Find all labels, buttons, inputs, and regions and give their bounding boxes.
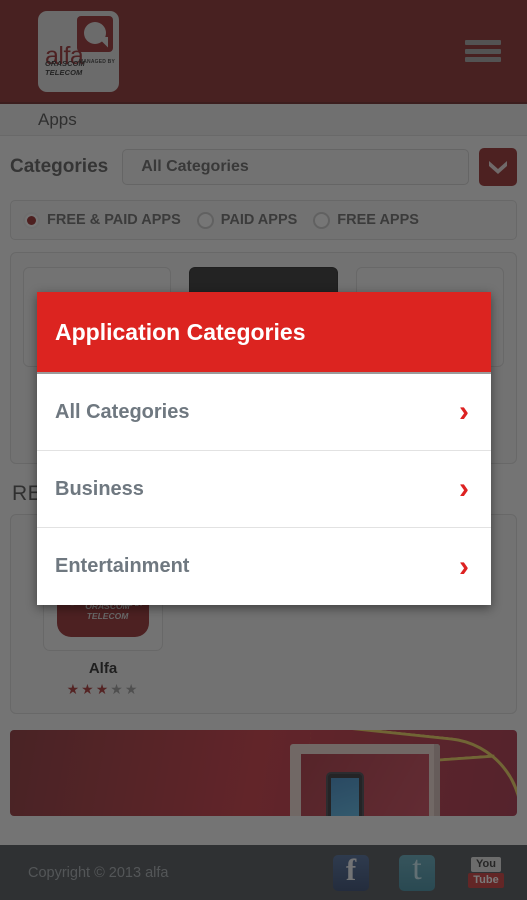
category-item-all-categories[interactable]: All Categories › (37, 374, 491, 451)
dialog-title: Application Categories (55, 318, 306, 345)
chevron-right-icon: › (459, 395, 469, 428)
category-item-entertainment[interactable]: Entertainment › (37, 528, 491, 605)
category-item-label: All Categories (55, 400, 190, 423)
chevron-right-icon: › (459, 549, 469, 583)
dialog-header: Application Categories (37, 292, 491, 374)
category-list: All Categories › Business › Entertainmen… (37, 374, 491, 605)
category-item-label: Entertainment (55, 555, 190, 577)
chevron-right-icon: › (459, 472, 469, 505)
category-item-label: Business (55, 477, 144, 500)
category-item-business[interactable]: Business › (37, 451, 491, 528)
application-categories-dialog: Application Categories All Categories › … (37, 292, 491, 605)
